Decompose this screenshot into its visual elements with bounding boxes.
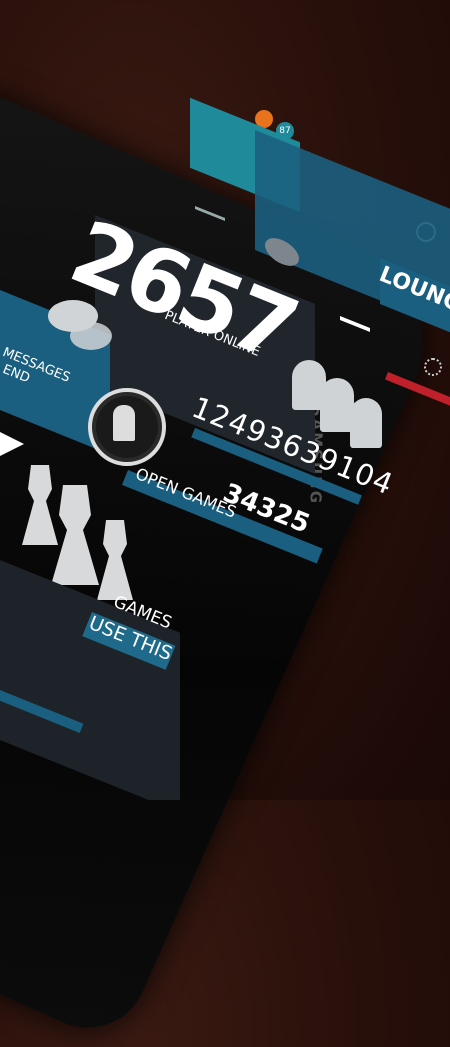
games-panel[interactable] bbox=[0, 560, 180, 800]
profile-silhouette bbox=[113, 405, 135, 441]
people-nav-icon[interactable] bbox=[195, 191, 225, 222]
pawn-icon-3 bbox=[97, 520, 133, 600]
person-figure-2 bbox=[320, 378, 354, 432]
phone-screen: 87 LOUNGE 2657 PLAYER ONLINE MESSAGES EN… bbox=[0, 0, 450, 800]
arrow-icon[interactable] bbox=[0, 432, 24, 456]
speech-bubble-icon-2 bbox=[70, 322, 112, 350]
red-accent-bar bbox=[385, 372, 450, 406]
person-figure-3 bbox=[350, 398, 382, 448]
stats-nav-icon[interactable] bbox=[340, 293, 370, 333]
settings-icon[interactable] bbox=[424, 358, 442, 376]
